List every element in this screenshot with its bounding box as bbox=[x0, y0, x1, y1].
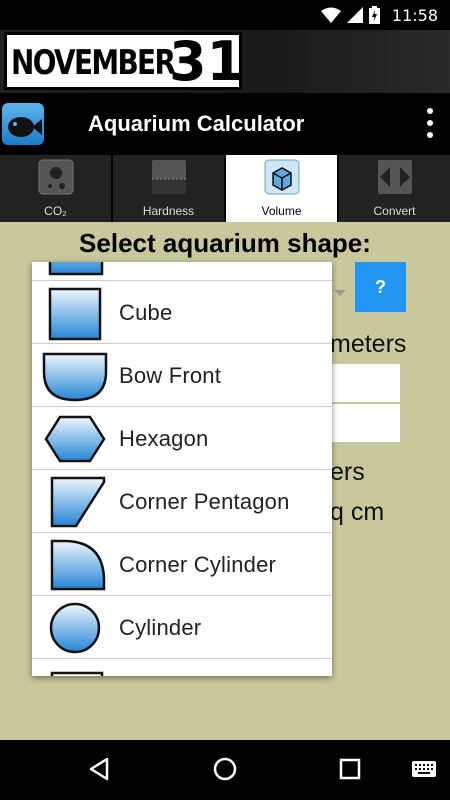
bow-front-shape-icon bbox=[42, 352, 108, 402]
dropdown-item-partial[interactable] bbox=[32, 262, 332, 281]
dropdown-item-hexagon[interactable]: Hexagon bbox=[32, 407, 332, 470]
tab-hardness[interactable]: Hardness bbox=[113, 155, 224, 222]
select-shape-heading: Select aquarium shape: bbox=[79, 228, 371, 258]
tab-co2[interactable]: CO₂ bbox=[0, 155, 111, 222]
banner-day: 31 bbox=[169, 30, 245, 93]
banner-month: NOVEMBER bbox=[11, 43, 176, 83]
shape-dropdown[interactable]: Cube Bow Front Hexagon Corner Pentagon C… bbox=[32, 262, 332, 676]
hardness-tab-icon bbox=[151, 160, 186, 194]
status-time: 11:58 bbox=[391, 5, 438, 25]
dropdown-item-partial[interactable] bbox=[32, 659, 332, 676]
rectangle-shape-icon bbox=[48, 262, 104, 276]
tab-volume[interactable]: Volume bbox=[226, 155, 337, 222]
back-icon[interactable] bbox=[85, 754, 115, 784]
tab-label: Hardness bbox=[142, 204, 195, 218]
home-icon[interactable] bbox=[210, 754, 240, 784]
battery-charging-icon bbox=[368, 6, 380, 24]
app-bar: Aquarium Calculator bbox=[0, 93, 450, 155]
tab-label: CO₂ bbox=[44, 204, 67, 218]
result-label-2: q cm bbox=[330, 498, 385, 526]
result-label-1: ers bbox=[330, 458, 365, 486]
dropdown-item-cylinder[interactable]: Cylinder bbox=[32, 596, 332, 659]
cylinder-shape-icon bbox=[49, 602, 101, 654]
units-label: meters bbox=[330, 330, 407, 358]
dropdown-item-label: Cylinder bbox=[119, 615, 202, 640]
dropdown-item-label: Hexagon bbox=[119, 426, 209, 451]
recents-icon[interactable] bbox=[335, 754, 365, 784]
keyboard-icon[interactable] bbox=[410, 754, 438, 784]
convert-arrows-tab-icon bbox=[377, 160, 412, 194]
banner-ad[interactable]: NOVEMBER 31 bbox=[0, 30, 450, 93]
dropdown-item-corner-cylinder[interactable]: Corner Cylinder bbox=[32, 533, 332, 596]
co2-tab-icon bbox=[38, 159, 73, 195]
status-bar: 11:58 bbox=[0, 0, 450, 30]
dropdown-item-label: Bow Front bbox=[119, 363, 222, 388]
tab-convert[interactable]: Convert bbox=[339, 155, 450, 222]
banner-logo: NOVEMBER 31 bbox=[4, 30, 245, 93]
dropdown-item-label: Corner Pentagon bbox=[119, 489, 290, 514]
tab-label: Convert bbox=[373, 204, 416, 218]
cell-signal-icon bbox=[346, 7, 363, 23]
overflow-menu-icon[interactable] bbox=[426, 108, 434, 138]
dropdown-item-cube[interactable]: Cube bbox=[32, 281, 332, 344]
tab-label: Volume bbox=[261, 204, 302, 218]
status-icons: 11:58 bbox=[320, 5, 438, 25]
help-button[interactable]: ? bbox=[355, 262, 406, 312]
spinner-arrow-icon[interactable] bbox=[334, 290, 346, 296]
app-title: Aquarium Calculator bbox=[88, 111, 305, 136]
dropdown-item-corner-pentagon[interactable]: Corner Pentagon bbox=[32, 470, 332, 533]
corner-pentagon-shape-icon bbox=[50, 476, 106, 528]
dropdown-item-label: Corner Cylinder bbox=[119, 552, 277, 577]
tab-bar: CO₂ Hardness Volume Convert bbox=[0, 155, 450, 222]
hexagon-shape-icon bbox=[44, 415, 106, 463]
app-logo-fish-icon bbox=[2, 103, 44, 145]
dropdown-item-label: Cube bbox=[119, 300, 173, 325]
dropdown-item-bow-front[interactable]: Bow Front bbox=[32, 344, 332, 407]
shape-icon-partial bbox=[50, 671, 104, 676]
system-nav-bar bbox=[0, 740, 450, 800]
cube-shape-icon bbox=[48, 287, 102, 341]
wifi-icon bbox=[320, 7, 341, 23]
corner-cylinder-shape-icon bbox=[50, 539, 106, 591]
volume-cube-tab-icon bbox=[264, 159, 299, 195]
